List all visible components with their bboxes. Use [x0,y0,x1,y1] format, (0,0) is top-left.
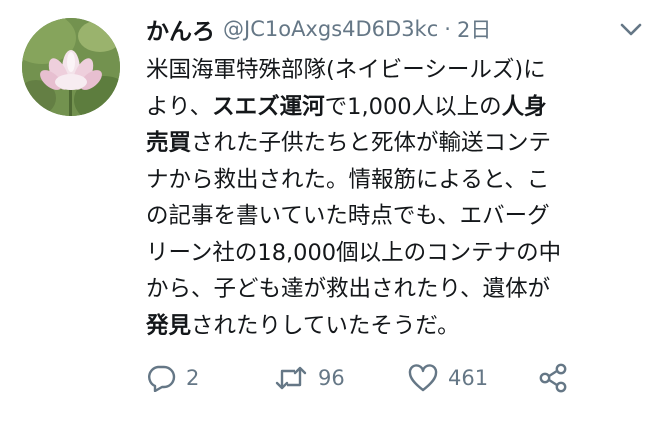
reply-icon [148,365,176,392]
retweet-count: 96 [318,366,345,390]
tweet-text-bold: 発見 [146,312,192,339]
share-icon [539,363,567,393]
tweet-text-bold: 売買 [146,130,192,156]
tweet-text-bold: スエズ運河 [212,93,325,120]
tweet-text-segment: されたりしていたそうだ。 [191,312,460,339]
tweet-text-line: より、スエズ運河で1,000人以上の人身 [146,89,646,126]
lotus-avatar-image [22,18,120,116]
tweet-text-line: 売買された子供たちと死体が輸送コンテ [146,125,646,162]
tweet-text-segment: ナから救出された。情報筋によると、こ [146,166,550,193]
tweet-text-segment: 米国海軍特殊部隊(ネイビーシールズ)に [146,57,546,83]
heart-icon [408,364,438,392]
tweet-text: 米国海軍特殊部隊(ネイビーシールズ)に より、スエズ運河で1,000人以上の人身売… [146,52,646,344]
tweet-text-segment: より、 [146,93,213,120]
tweet-text-segment: の記事を書いていた時点でも、エバーグ [146,203,550,229]
reply-count: 2 [186,366,200,390]
tweet-text-segment: で1,000人以上の [324,93,502,120]
tweet-text-line: 発見されたりしていたそうだ。 [146,308,646,345]
user-handle[interactable]: @JC1oAxgs4D6D3kc [223,17,438,41]
tweet-header: かんろ @JC1oAxgs4D6D3kc · 2日 [146,12,646,46]
tweet-text-segment: された子供たちと死体が輸送コンテ [191,130,552,156]
tweet-text-segment: から、子ども達が救出されたり、遺体が [146,276,551,302]
like-button[interactable]: 461 [408,358,488,398]
tweet-text-segment: リーン社の18,000個以上のコンテナの中 [146,239,562,266]
retweet-icon [275,366,307,390]
tweet-text-line: 米国海軍特殊部隊(ネイビーシールズ)に [146,52,646,89]
tweet-card[interactable]: かんろ @JC1oAxgs4D6D3kc · 2日 米国海軍特殊部隊(ネイビーシ… [0,0,668,426]
share-button[interactable] [538,358,568,398]
tweet-text-line: リーン社の18,000個以上のコンテナの中 [146,235,646,272]
like-count: 461 [448,366,489,390]
tweet-text-line: の記事を書いていた時点でも、エバーグ [146,198,646,235]
tweet-menu-button[interactable] [618,20,644,40]
tweet-text-bold: 人身 [501,93,547,120]
retweet-button[interactable]: 96 [274,358,345,398]
action-bar: 2 96 461 [146,358,646,398]
display-name[interactable]: かんろ [146,12,215,46]
tweet-text-line: から、子ども達が救出されたり、遺体が [146,271,646,308]
avatar[interactable] [22,18,120,116]
timestamp[interactable]: 2日 [457,14,491,44]
chevron-down-icon [620,23,642,36]
tweet-text-line: ナから救出された。情報筋によると、こ [146,162,646,199]
reply-button[interactable]: 2 [146,358,199,398]
separator-dot: · [444,17,451,41]
